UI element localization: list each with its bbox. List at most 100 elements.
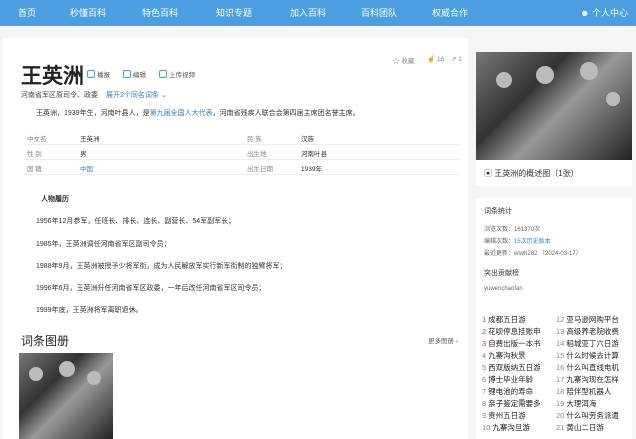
hot-item[interactable]: 5 西双版纳五日游: [482, 362, 541, 373]
info-key: 中文名: [27, 136, 47, 143]
hot-rank: 1: [482, 315, 487, 324]
hot-text: 什么叫劳务派遣: [566, 411, 619, 420]
nav-home[interactable]: 首页: [18, 0, 36, 26]
hot-item[interactable]: 4 九寨沟秋景: [482, 350, 526, 361]
contrib-user[interactable]: yuwenchaofan: [484, 286, 523, 292]
video-icon: [159, 70, 167, 78]
views-value: 161370次: [514, 227, 541, 233]
hot-item[interactable]: 8 亲子鉴定需要多: [482, 398, 541, 409]
hot-item[interactable]: 12 亚马逊网购平台: [556, 314, 619, 325]
hot-text: 什么叫直线电机: [566, 363, 619, 372]
hot-item[interactable]: 21 黄山二日游: [556, 422, 604, 433]
share-button[interactable]: ↗ 1: [451, 55, 462, 63]
hot-rank: 21: [556, 423, 565, 432]
gallery-title: 词条图册: [21, 334, 70, 348]
gallery-more-link[interactable]: 更多图册 ›: [428, 335, 458, 345]
nav-miaodong[interactable]: 秒懂百科: [70, 0, 106, 26]
hot-rank: 13: [556, 327, 565, 336]
share-count: 1: [458, 56, 462, 63]
hot-text: 陪伴型机器人: [566, 387, 612, 396]
photo-figure: [496, 72, 512, 88]
star-icon: ☆: [393, 58, 400, 65]
edit-label: 编辑: [133, 72, 146, 79]
stats-title: 词条统计: [484, 208, 512, 215]
hot-text: 自费出版一本书: [488, 339, 541, 348]
user-center-link[interactable]: ☻ 个人中心: [580, 0, 628, 26]
nav-topics[interactable]: 知识专题: [216, 0, 252, 26]
last-value: wiwh282 （2024-03-17）: [514, 251, 582, 257]
hot-text: 九寨沟旦游: [492, 423, 530, 432]
summary-link[interactable]: 第九届全国人大代表: [150, 110, 213, 117]
hot-item[interactable]: 19 大理洱海: [556, 398, 596, 409]
hot-text: 贵州五日游: [488, 411, 526, 420]
hot-item[interactable]: 1 成都五日游: [482, 314, 526, 325]
upload-video-button[interactable]: 上传视频: [159, 69, 195, 79]
resume-paragraph: 1988年9月，王英洲被授予少将军衔，成为人民解放军实行新军衔制的独臂将军；: [36, 263, 287, 270]
stats-last: 最近更新：wiwh282 （2024-03-17）: [484, 248, 582, 257]
nav-join[interactable]: 加入百科: [290, 0, 326, 26]
hot-rank: 17: [556, 375, 565, 384]
collect-label: 收藏: [401, 58, 415, 65]
info-value: 男: [80, 151, 87, 158]
hot-rank: 8: [482, 399, 487, 408]
hot-rank: 20: [556, 411, 565, 420]
photo-figure: [59, 361, 75, 377]
hot-rank: 18: [556, 387, 565, 396]
photo-figure: [87, 371, 101, 385]
hot-item[interactable]: 3 自费出版一本书: [482, 338, 541, 349]
hot-item[interactable]: 20 什么叫劳务派遣: [556, 410, 619, 421]
nav-team[interactable]: 百科团队: [361, 0, 397, 26]
like-button[interactable]: ☝ 16: [427, 55, 444, 63]
nav-authority[interactable]: 权威合作: [432, 0, 468, 26]
nav-featured[interactable]: 特色百科: [142, 0, 178, 26]
thumbs-up-icon: ☝: [427, 56, 436, 63]
hot-item[interactable]: 15 什么时候去计算: [556, 350, 619, 361]
summary-post: ，河南省残疾人联合会第四届主席团名誉主席。: [212, 110, 360, 117]
stats-edits: 编辑次数：15次历史版本: [484, 236, 551, 245]
user-center-label: 个人中心: [591, 8, 628, 18]
edit-button[interactable]: 编辑: [123, 69, 146, 79]
broadcast-label: 播报: [97, 72, 110, 79]
hot-text: 九寨沟秋景: [488, 351, 526, 360]
speaker-icon: [87, 70, 95, 78]
hot-rank: 4: [482, 351, 487, 360]
summary-image-card[interactable]: ▣ 王英洲的概述图（1张）: [476, 52, 632, 186]
entry-subtitle: 河南省军区原司令、政委 展开2个同名词条 ⌄: [21, 90, 167, 100]
info-value-link[interactable]: 中国: [80, 163, 93, 173]
pencil-icon: [123, 70, 131, 78]
resume-paragraph: 1956年12月参军，任班长、排长、连长、副营长、54军副军长；: [36, 218, 236, 225]
hot-item[interactable]: 7 锂电池的寿命: [482, 386, 533, 397]
hot-item[interactable]: 6 博士毕业年龄: [482, 374, 533, 385]
gallery-photo[interactable]: [19, 353, 113, 439]
hot-item[interactable]: 18 陪伴型机器人: [556, 386, 611, 397]
info-value: 王英洲: [80, 136, 100, 143]
hot-item[interactable]: 17 九寨沟现在怎样: [556, 374, 619, 385]
hot-text: 九寨沟现在怎样: [566, 375, 619, 384]
collect-button[interactable]: ☆ 收藏: [393, 55, 414, 65]
homonym-toggle[interactable]: 展开2个同名词条 ⌄: [106, 92, 167, 99]
info-row: 中文名 王英洲 民 族 汉族: [25, 130, 461, 145]
info-value: 1939年: [301, 166, 322, 173]
hot-item[interactable]: 2 花呗停息挂账申: [482, 326, 541, 337]
history-link[interactable]: 15次历史版本: [514, 239, 551, 245]
info-key: 国 籍: [27, 166, 42, 173]
hot-item[interactable]: 16 什么叫直线电机: [556, 362, 619, 373]
hot-text: 锂电池的寿命: [488, 387, 534, 396]
entry-summary: 王英洲，1939年生，河南叶县人，是第九届全国人大代表，河南省残疾人联合会第四届…: [36, 108, 360, 118]
hot-item[interactable]: 14 稻城亚丁六日游: [556, 338, 619, 349]
broadcast-button[interactable]: 播报: [87, 69, 110, 79]
hot-rank: 15: [556, 351, 565, 360]
hot-text: 花呗停息挂账申: [488, 327, 541, 336]
like-count: 16: [436, 56, 445, 63]
resume-heading: 人物履历: [41, 196, 69, 203]
user-icon: ☻: [579, 8, 590, 18]
hot-item[interactable]: 13 高级养老院收费: [556, 326, 619, 337]
hot-item[interactable]: 9 贵州五日游: [482, 410, 526, 421]
contrib-title: 突出贡献榜: [484, 270, 519, 277]
edits-label: 编辑次数：: [484, 239, 515, 245]
hot-item[interactable]: 10 九寨沟旦游: [482, 422, 530, 433]
info-value: 河南叶县: [301, 151, 327, 158]
info-key: 出生日期: [247, 166, 273, 173]
hot-text: 稻城亚丁六日游: [566, 339, 619, 348]
hot-text: 高级养老院收费: [566, 327, 619, 336]
